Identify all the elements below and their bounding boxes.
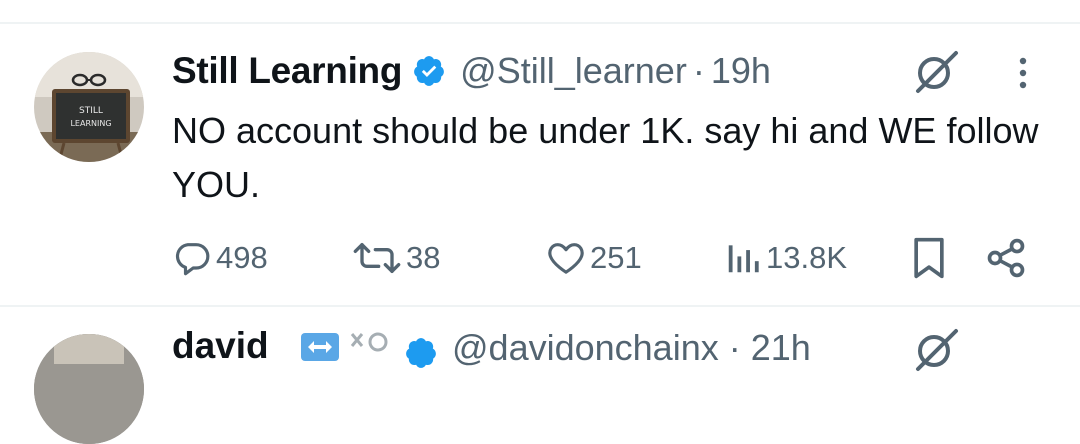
repost-count: 38 <box>406 240 441 275</box>
share-button[interactable] <box>984 232 1028 284</box>
avatar[interactable]: STILL LEARNING <box>34 52 144 162</box>
tweet-divider <box>0 305 1080 307</box>
avatar-text-line2: LEARNING <box>70 119 111 128</box>
next-tweet-handle[interactable]: @davidonchainx · 21h <box>452 327 811 369</box>
avatar-text-line1: STILL <box>79 106 103 116</box>
header-separator: · <box>692 50 705 91</box>
top-divider <box>0 22 1080 24</box>
like-count: 251 <box>590 240 642 275</box>
views-button[interactable]: 13.8K <box>724 232 847 284</box>
reply-count: 498 <box>216 240 268 275</box>
tweet-text: NO account should be under 1K. say hi an… <box>172 110 1039 205</box>
bookmark-icon <box>914 237 944 279</box>
tweet-header: Still Learning @Still_learner · 19h <box>172 46 771 96</box>
author-handle[interactable]: @Still_learner <box>460 50 687 92</box>
tweet-timestamp[interactable]: 19h <box>711 50 771 92</box>
verified-badge-icon[interactable] <box>412 54 446 88</box>
next-verified-badge-icon[interactable] <box>404 336 438 370</box>
share-icon <box>987 238 1025 278</box>
repost-button[interactable]: 38 <box>352 232 440 284</box>
next-tweet-avatar[interactable] <box>34 334 144 444</box>
heart-icon <box>548 243 584 274</box>
author-name[interactable]: Still Learning <box>172 50 402 92</box>
reply-button[interactable]: 498 <box>172 232 268 284</box>
next-grok-icon[interactable] <box>910 325 962 373</box>
emoji-faint-icon <box>350 332 388 352</box>
repost-icon <box>353 243 401 273</box>
bookmark-button[interactable] <box>910 232 948 284</box>
avatar-image: STILL LEARNING <box>34 52 144 162</box>
next-tweet-author-name[interactable]: david <box>172 325 269 367</box>
views-chart-icon <box>728 245 759 273</box>
next-avatar-image <box>34 334 144 444</box>
tweet-actions: 498 38 251 13.8K <box>0 232 1080 284</box>
emoji-arrows-icon <box>301 333 339 361</box>
grok-icon[interactable] <box>910 47 962 95</box>
more-options-icon[interactable] <box>1013 55 1033 95</box>
reply-icon <box>175 243 210 276</box>
like-button[interactable]: 251 <box>546 232 642 284</box>
view-count: 13.8K <box>766 240 848 275</box>
